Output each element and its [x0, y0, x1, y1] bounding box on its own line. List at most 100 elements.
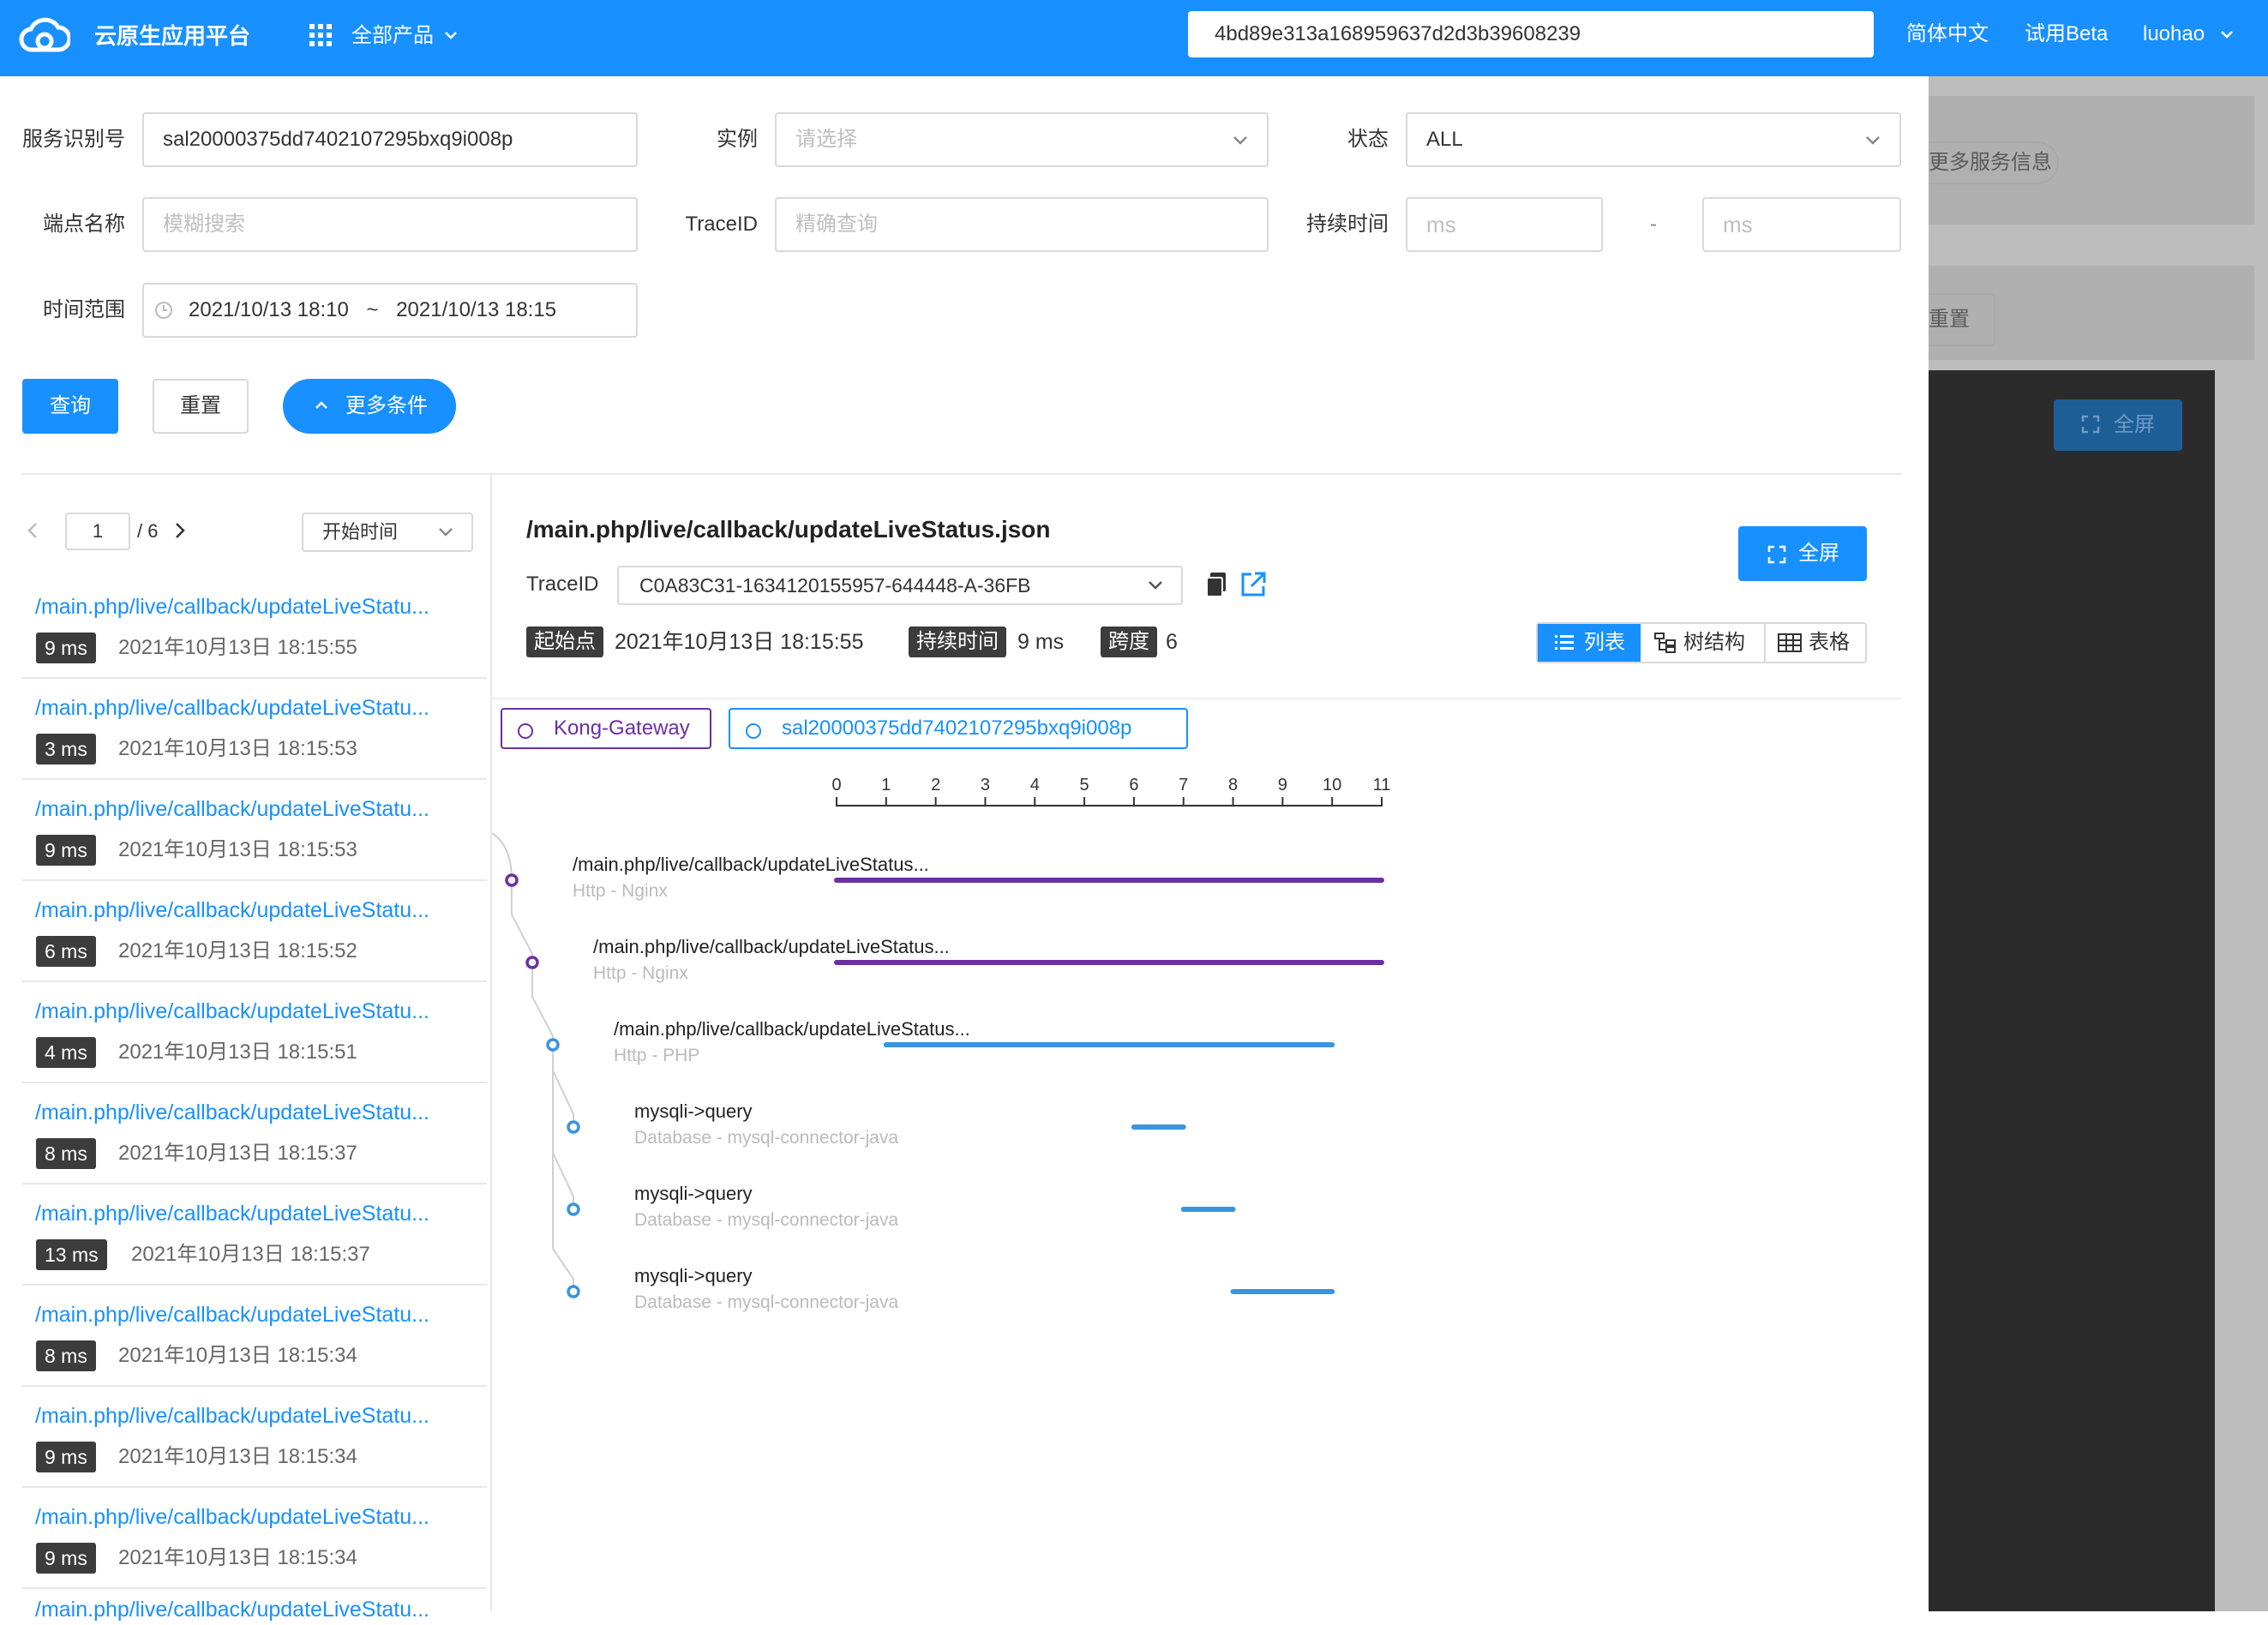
copy-icon[interactable]	[1205, 571, 1227, 598]
traceid-input[interactable]: 精确查询	[775, 197, 1269, 252]
span-node-dot	[505, 873, 519, 887]
chevron-down-icon	[1866, 136, 1880, 145]
duration-badge: 9 ms	[36, 835, 96, 866]
table-icon	[1778, 633, 1802, 652]
span-name[interactable]: /main.php/live/callback/updateLiveStatus…	[593, 933, 950, 961]
chevron-right-icon[interactable]	[173, 521, 187, 540]
service-tag-label: sal20000375dd7402107295bxq9i008p	[782, 717, 1132, 740]
trace-list-item[interactable]: /main.php/live/callback/updateLiveStatu.…	[22, 1488, 487, 1589]
trace-path-link[interactable]: /main.php/live/callback/updateLiveStatu.…	[35, 1097, 429, 1128]
global-search-input[interactable]: 4bd89e313a168959637d2d3b39608239	[1188, 11, 1874, 57]
fullscreen-button[interactable]: 全屏	[1738, 526, 1867, 581]
trace-path-link[interactable]: /main.php/live/callback/updateLiveStatu.…	[35, 1299, 429, 1330]
start-tag: 起始点	[526, 627, 603, 657]
trace-path-link[interactable]: /main.php/live/callback/updateLiveStatu.…	[35, 1502, 429, 1532]
trace-list-item[interactable]: /main.php/live/callback/updateLiveStatu.…	[22, 982, 487, 1083]
span-value: 6	[1166, 630, 1178, 654]
divider	[492, 698, 1901, 699]
duration-label: 持续时间	[1306, 213, 1389, 236]
span-name[interactable]: mysqli->query	[634, 1180, 753, 1208]
trace-path-link[interactable]: /main.php/live/callback/updateLiveStatu.…	[35, 591, 429, 622]
time-end: 2021/10/13 18:15	[396, 298, 557, 321]
duration-max-placeholder: ms	[1723, 212, 1753, 237]
more-conditions-button[interactable]: 更多条件	[283, 379, 456, 434]
endpoint-placeholder: 模糊搜索	[163, 213, 245, 236]
duration-min-input[interactable]: ms	[1406, 197, 1603, 252]
user-menu[interactable]: luohao	[2143, 17, 2205, 51]
chevron-down-icon	[1149, 581, 1162, 590]
service-tag-label: Kong-Gateway	[554, 717, 690, 740]
app-title[interactable]: 云原生应用平台	[94, 19, 250, 53]
trace-timestamp: 2021年10月13日 18:15:53	[118, 737, 357, 760]
duration-badge: 13 ms	[36, 1239, 107, 1270]
all-products-menu[interactable]: 全部产品	[351, 19, 434, 53]
trace-path-link[interactable]: /main.php/live/callback/updateLiveStatu.…	[35, 794, 429, 824]
tree-connector	[492, 832, 513, 881]
span-node-dot	[546, 1038, 560, 1052]
trace-list-item[interactable]: /main.php/live/callback/updateLiveStatu.…	[22, 1184, 487, 1286]
span-name[interactable]: mysqli->query	[634, 1262, 753, 1290]
status-select[interactable]: ALL	[1406, 112, 1901, 167]
trace-item-partial[interactable]: /main.php/live/callback/updateLiveStatu.…	[35, 1594, 429, 1625]
trace-path-link[interactable]: /main.php/live/callback/updateLiveStatu.…	[35, 1400, 429, 1431]
span-component: Http - Nginx	[573, 881, 668, 901]
cloud-logo-icon[interactable]	[19, 15, 70, 55]
tree-connector	[531, 962, 554, 1045]
trace-path-link[interactable]: /main.php/live/callback/updateLiveStatu.…	[35, 996, 429, 1027]
start-value: 2021年10月13日 18:15:55	[615, 630, 864, 654]
beta-link[interactable]: 试用Beta	[2025, 17, 2108, 51]
trace-timestamp: 2021年10月13日 18:15:52	[118, 939, 357, 962]
chevron-left-icon[interactable]	[26, 521, 39, 540]
reset-button[interactable]: 重置	[153, 379, 249, 434]
view-list-button[interactable]: 列表	[1538, 624, 1641, 662]
fullscreen-icon	[1767, 545, 1786, 564]
query-button[interactable]: 查询	[22, 379, 118, 434]
span-name[interactable]: /main.php/live/callback/updateLiveStatus…	[614, 1016, 970, 1043]
timerange-picker[interactable]: 2021/10/13 18:10 ~ 2021/10/13 18:15	[142, 283, 638, 338]
divider	[22, 473, 1901, 475]
span-name[interactable]: /main.php/live/callback/updateLiveStatus…	[573, 851, 929, 878]
trace-list-item[interactable]: /main.php/live/callback/updateLiveStatu.…	[22, 1286, 487, 1387]
trace-list-item[interactable]: /main.php/live/callback/updateLiveStatu.…	[22, 1083, 487, 1184]
span-name[interactable]: mysqli->query	[634, 1098, 753, 1125]
duration-max-input[interactable]: ms	[1702, 197, 1901, 252]
instance-select[interactable]: 请选择	[775, 112, 1269, 167]
axis-tick-label: 8	[1228, 776, 1238, 795]
service-tag-gateway[interactable]: Kong-Gateway	[501, 708, 711, 749]
trace-path-link[interactable]: /main.php/live/callback/updateLiveStatu.…	[35, 693, 429, 723]
axis-tick-label: 5	[1080, 776, 1089, 795]
service-id-label: 服务识别号	[22, 128, 125, 151]
fullscreen-icon	[2081, 415, 2100, 434]
trace-list-item[interactable]: /main.php/live/callback/updateLiveStatu.…	[22, 1387, 487, 1488]
span-component: Http - PHP	[614, 1046, 700, 1065]
top-navbar: 云原生应用平台 全部产品 4bd89e313a168959637d2d3b396…	[0, 0, 2268, 76]
duration-badge: 8 ms	[36, 1138, 96, 1169]
trace-list-item[interactable]: /main.php/live/callback/updateLiveStatu.…	[22, 578, 487, 679]
trace-timestamp: 2021年10月13日 18:15:53	[118, 838, 357, 861]
service-id-input[interactable]: sal20000375dd7402107295bxq9i008p	[142, 112, 638, 167]
chevron-down-icon	[1233, 136, 1247, 145]
endpoint-input[interactable]: 模糊搜索	[142, 197, 638, 252]
span-tag: 跨度	[1101, 627, 1157, 657]
trace-timestamp: 2021年10月13日 18:15:34	[118, 1344, 357, 1367]
trace-path-link[interactable]: /main.php/live/callback/updateLiveStatu.…	[35, 1198, 429, 1229]
traceid-select[interactable]: C0A83C31-1634120155957-644448-A-36FB	[617, 566, 1183, 605]
backdrop-dark-panel	[1929, 370, 2215, 1611]
trace-timestamp: 2021年10月13日 18:15:51	[118, 1040, 357, 1064]
trace-path-link[interactable]: /main.php/live/callback/updateLiveStatu.…	[35, 895, 429, 926]
trace-detail-title: /main.php/live/callback/updateLiveStatus…	[526, 516, 1051, 543]
apps-grid-icon[interactable]	[309, 23, 333, 47]
external-link-icon[interactable]	[1239, 571, 1267, 598]
trace-list-item[interactable]: /main.php/live/callback/updateLiveStatu.…	[22, 881, 487, 982]
axis-tick-label: 10	[1323, 776, 1341, 795]
service-tag-app[interactable]: sal20000375dd7402107295bxq9i008p	[729, 708, 1188, 749]
axis-tick-label: 3	[981, 776, 990, 795]
trace-timeline: 0 1 2 3 4 5 6 7 8 9 10 11/main.php/live/callback/up…	[492, 763, 1915, 1363]
language-switch[interactable]: 简体中文	[1906, 17, 1989, 51]
trace-list-item[interactable]: /main.php/live/callback/updateLiveStatu.…	[22, 780, 487, 881]
span-component: Database - mysql-connector-java	[634, 1210, 899, 1230]
duration-separator: -	[1650, 213, 1657, 236]
page-number-input[interactable]: 1	[65, 513, 130, 550]
axis-tick-label: 11	[1373, 776, 1391, 795]
trace-list-item[interactable]: /main.php/live/callback/updateLiveStatu.…	[22, 679, 487, 780]
